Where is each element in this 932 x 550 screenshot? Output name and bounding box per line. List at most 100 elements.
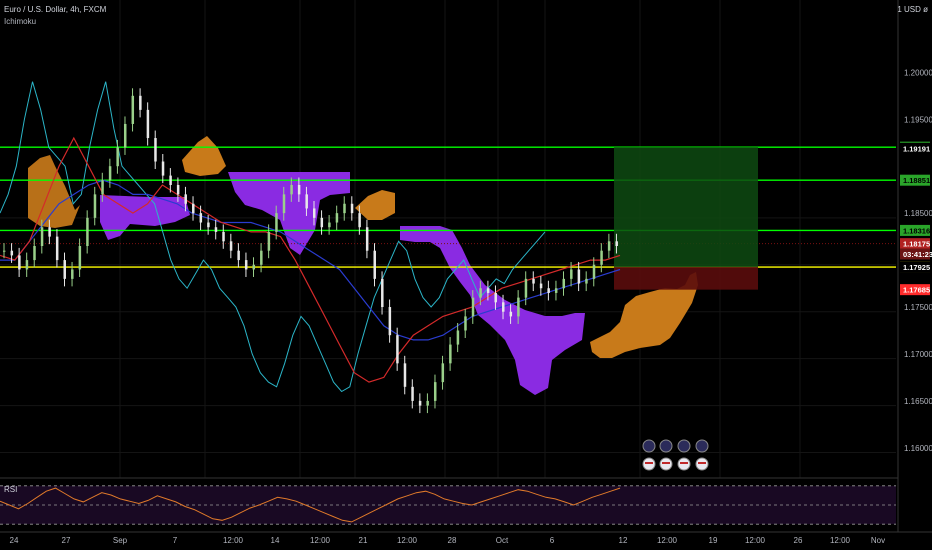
candle-body	[222, 231, 225, 242]
flag-icon[interactable]	[677, 439, 691, 471]
candle-body	[381, 278, 384, 308]
candle-body	[244, 260, 248, 270]
candle-body	[373, 250, 376, 279]
candle-body	[199, 213, 203, 223]
candle-body	[426, 400, 429, 406]
candle-body	[441, 363, 445, 383]
candle-body	[509, 311, 513, 317]
candle-body	[539, 283, 543, 289]
candle-body	[3, 250, 6, 252]
candle-body	[139, 95, 142, 110]
indicator-label[interactable]: Ichimoku	[4, 17, 36, 26]
candle-body	[282, 194, 286, 214]
candle-body	[116, 147, 119, 167]
price-tick-label: 1.18500	[904, 209, 932, 218]
candle-body	[464, 316, 467, 331]
time-tick-label: Sep	[113, 536, 128, 545]
candle-body	[169, 175, 172, 185]
loss-zone	[614, 267, 758, 290]
candle-body	[214, 227, 218, 232]
level-tag: 1.18316	[903, 226, 930, 235]
candle-body	[532, 278, 535, 284]
candle-body	[71, 269, 74, 279]
flag-icon[interactable]	[642, 439, 656, 471]
candle-body	[592, 264, 596, 279]
candle-body	[267, 231, 271, 251]
candle-body	[449, 344, 452, 364]
time-tick-label: 6	[550, 536, 555, 545]
currency-label[interactable]: 1 USD ø	[897, 5, 928, 14]
candle-body	[615, 241, 618, 246]
candle-body	[78, 246, 82, 270]
price-tag: 1.18175	[903, 240, 930, 249]
candle-body	[176, 184, 180, 195]
ichimoku-cloud	[28, 136, 698, 395]
candle-body	[63, 260, 66, 279]
price-chart[interactable]: 75.0050.0025.00 1.20000 1.19500 1.18500 1.1…	[0, 0, 932, 550]
flag-icon[interactable]	[695, 439, 709, 471]
economic-event-flags[interactable]	[642, 439, 709, 471]
candle-body	[207, 222, 210, 228]
chart-grid	[0, 0, 896, 532]
cloud-bullish-1	[28, 155, 80, 228]
candle-body	[237, 250, 240, 261]
price-tick-label: 1.19500	[904, 115, 932, 124]
chart-title: Euro / U.S. Dollar, 4h, FXCM	[4, 5, 107, 14]
candle-body	[192, 203, 195, 214]
time-tick-label: 21	[359, 536, 368, 545]
time-tick-label: 12:00	[745, 536, 766, 545]
candle-body	[131, 95, 135, 124]
price-tag: 1.17925	[903, 263, 930, 272]
time-tick-label: 12:00	[830, 536, 851, 545]
time-tick-label: 12:00	[223, 536, 244, 545]
candle-body	[358, 213, 361, 228]
time-tick-label: 12	[619, 536, 628, 545]
price-tick-label: 1.16000	[904, 444, 932, 453]
time-tick-label: 19	[709, 536, 718, 545]
candle-body	[562, 278, 566, 289]
candle-body	[418, 400, 422, 406]
candle-body	[260, 250, 263, 265]
candle-body	[577, 269, 581, 284]
candle-body	[93, 194, 97, 218]
price-tick-label: 1.17000	[904, 350, 932, 359]
candle-body	[297, 184, 301, 195]
candle-body	[252, 264, 256, 270]
candle-body	[388, 307, 392, 336]
long-position-tool[interactable]	[614, 147, 758, 290]
cloud-bearish-2	[228, 172, 350, 255]
cloud-bullish-3	[355, 190, 395, 220]
price-tick-label: 1.17500	[904, 303, 932, 312]
candle-body	[502, 302, 505, 312]
time-tick-label: 28	[448, 536, 457, 545]
candle-body	[585, 278, 588, 284]
candle-body	[305, 194, 308, 209]
candle-body	[403, 363, 407, 387]
candle-body	[55, 236, 59, 261]
candle-body	[433, 382, 437, 401]
candle-body	[108, 166, 112, 181]
price-tag: 1.17685	[903, 286, 930, 295]
candle-body	[524, 278, 528, 298]
time-tick-label: 26	[794, 536, 803, 545]
profit-zone	[614, 147, 758, 268]
candle-body	[343, 203, 346, 214]
candle-body	[320, 217, 324, 228]
candle-body	[456, 330, 460, 345]
time-axis[interactable]: 24 27 Sep 7 12:00 14 12:00 21 12:00 28 Oct 6 12 12:00…	[0, 531, 932, 545]
candle-body	[123, 123, 127, 148]
candle-body	[554, 288, 558, 293]
candle-body	[607, 241, 611, 251]
candle-body	[184, 194, 187, 204]
lagging-span-line	[0, 81, 546, 393]
candle-body	[18, 255, 21, 270]
candle-body	[313, 208, 316, 218]
candle-body	[547, 288, 550, 293]
time-tick-label: 14	[271, 536, 280, 545]
flag-icon[interactable]	[659, 439, 673, 471]
candle-body	[146, 109, 150, 139]
candle-body	[479, 288, 482, 298]
candle-body	[328, 222, 331, 228]
price-tag: 1.19191	[903, 144, 930, 153]
time-tick-label: 12:00	[657, 536, 678, 545]
